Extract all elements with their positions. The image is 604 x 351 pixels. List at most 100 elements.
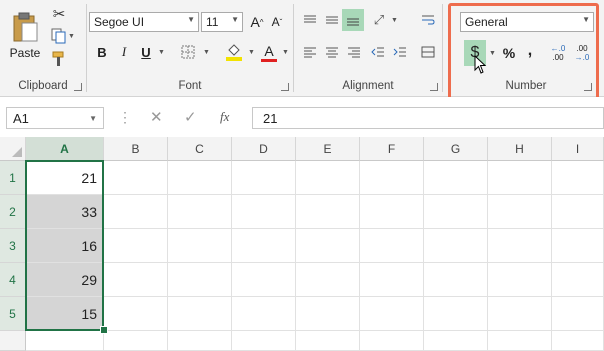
empty-cell[interactable]: [168, 229, 232, 263]
row-header-5[interactable]: 5: [0, 297, 26, 331]
empty-cell[interactable]: [360, 263, 424, 297]
column-header-i[interactable]: I: [552, 137, 604, 161]
fill-color-button[interactable]: [223, 40, 245, 64]
empty-cell[interactable]: [168, 161, 232, 195]
empty-cell[interactable]: [168, 331, 232, 351]
decrease-font-size-button[interactable]: Aˇ: [267, 12, 287, 32]
empty-cell[interactable]: [168, 263, 232, 297]
empty-cell[interactable]: [168, 297, 232, 331]
wrap-text-button[interactable]: [418, 10, 438, 30]
cell-a2[interactable]: 33: [26, 195, 104, 229]
empty-cell[interactable]: [104, 297, 168, 331]
empty-cell[interactable]: [552, 229, 604, 263]
empty-cell[interactable]: [232, 229, 296, 263]
bottom-align-button[interactable]: [342, 9, 364, 31]
empty-cell[interactable]: [424, 229, 488, 263]
row-header-3[interactable]: 3: [0, 229, 26, 263]
cell-a3[interactable]: 16: [26, 229, 104, 263]
formula-input[interactable]: 21: [252, 107, 604, 129]
paste-button[interactable]: Paste: [6, 4, 44, 66]
bold-button[interactable]: B: [93, 42, 111, 62]
empty-cell[interactable]: [296, 297, 360, 331]
row-header-6[interactable]: [0, 331, 26, 351]
empty-cell[interactable]: [360, 297, 424, 331]
column-header-d[interactable]: D: [232, 137, 296, 161]
empty-cell[interactable]: [296, 331, 360, 351]
empty-cell[interactable]: [552, 263, 604, 297]
align-right-button[interactable]: [344, 42, 364, 62]
empty-cell[interactable]: [552, 161, 604, 195]
empty-cell[interactable]: [360, 229, 424, 263]
column-header-e[interactable]: E: [296, 137, 360, 161]
insert-function-icon[interactable]: fx: [220, 109, 229, 125]
underline-button[interactable]: U: [137, 42, 155, 62]
cut-button[interactable]: ✂: [48, 5, 70, 23]
decrease-indent-button[interactable]: [368, 42, 388, 62]
empty-cell[interactable]: [488, 161, 552, 195]
row-header-1[interactable]: 1: [0, 161, 26, 195]
empty-cell[interactable]: [552, 331, 604, 351]
empty-cell[interactable]: [424, 161, 488, 195]
cancel-icon[interactable]: ✕: [150, 108, 163, 126]
copy-button[interactable]: ▼: [48, 27, 78, 45]
empty-cell[interactable]: [488, 297, 552, 331]
clipboard-dialog-launcher[interactable]: [74, 83, 82, 91]
format-painter-button[interactable]: [48, 50, 70, 68]
increase-indent-button[interactable]: [390, 42, 410, 62]
empty-cell[interactable]: [296, 161, 360, 195]
enter-checkmark-icon[interactable]: ✓: [184, 108, 197, 126]
font-size-combo[interactable]: 11 ▼: [201, 12, 243, 32]
empty-cell[interactable]: [488, 229, 552, 263]
empty-cell[interactable]: [296, 229, 360, 263]
row-header-4[interactable]: 4: [0, 263, 26, 297]
empty-cell[interactable]: [360, 195, 424, 229]
column-header-c[interactable]: C: [168, 137, 232, 161]
select-all-corner[interactable]: [0, 137, 26, 161]
empty-cell[interactable]: [104, 195, 168, 229]
column-header-h[interactable]: H: [488, 137, 552, 161]
empty-cell[interactable]: [488, 331, 552, 351]
empty-cell[interactable]: [424, 297, 488, 331]
empty-cell[interactable]: [488, 263, 552, 297]
empty-cell[interactable]: [232, 263, 296, 297]
cell-a1[interactable]: 21: [26, 161, 104, 195]
cell-a4[interactable]: 29: [26, 263, 104, 297]
top-align-button[interactable]: [300, 10, 320, 30]
align-center-button[interactable]: [322, 42, 342, 62]
orientation-button[interactable]: ⤢: [368, 10, 390, 30]
empty-cell[interactable]: [232, 297, 296, 331]
empty-cell[interactable]: [552, 195, 604, 229]
increase-font-size-button[interactable]: A ^: [247, 12, 267, 32]
empty-cell[interactable]: [104, 263, 168, 297]
font-dialog-launcher[interactable]: [281, 83, 289, 91]
empty-cell[interactable]: [552, 297, 604, 331]
empty-cell[interactable]: [104, 331, 168, 351]
empty-cell[interactable]: [296, 195, 360, 229]
borders-button[interactable]: [177, 42, 199, 62]
merge-center-button[interactable]: [418, 42, 438, 62]
empty-cell[interactable]: [360, 161, 424, 195]
column-header-f[interactable]: F: [360, 137, 424, 161]
empty-cell[interactable]: [232, 161, 296, 195]
empty-cell[interactable]: [424, 195, 488, 229]
fill-handle[interactable]: [100, 326, 108, 334]
middle-align-button[interactable]: [322, 10, 342, 30]
empty-cell[interactable]: [488, 195, 552, 229]
name-box[interactable]: A1 ▼: [6, 107, 104, 129]
alignment-dialog-launcher[interactable]: [430, 83, 438, 91]
empty-cell[interactable]: [104, 161, 168, 195]
column-header-b[interactable]: B: [104, 137, 168, 161]
empty-cell[interactable]: [104, 229, 168, 263]
empty-cell[interactable]: [232, 195, 296, 229]
empty-cell[interactable]: [296, 263, 360, 297]
empty-cell[interactable]: [424, 263, 488, 297]
align-left-button[interactable]: [300, 42, 320, 62]
row-header-2[interactable]: 2: [0, 195, 26, 229]
empty-cell[interactable]: [424, 331, 488, 351]
font-color-button[interactable]: A: [259, 40, 279, 64]
empty-cell[interactable]: [232, 331, 296, 351]
italic-button[interactable]: I: [115, 42, 133, 62]
cell-a5[interactable]: 15: [26, 297, 104, 331]
column-header-a[interactable]: A: [26, 137, 104, 161]
empty-cell[interactable]: [360, 331, 424, 351]
